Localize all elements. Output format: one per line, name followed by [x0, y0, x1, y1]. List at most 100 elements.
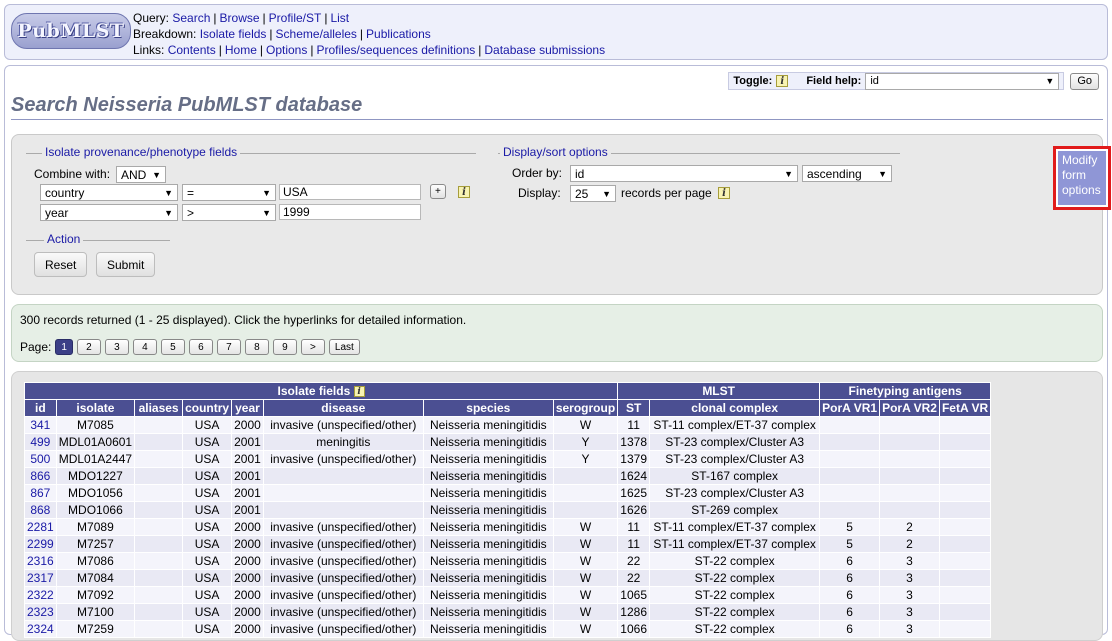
col-clonal-complex-cell: ST-22 complex: [649, 603, 821, 621]
col-species-cell: Neisseria meningitidis: [422, 518, 554, 536]
nav-options-link[interactable]: Options: [266, 43, 307, 57]
isolate-id-link[interactable]: 341: [30, 418, 50, 432]
col-isolate-header[interactable]: isolate: [55, 399, 136, 417]
isolate-id-link[interactable]: 499: [30, 435, 50, 449]
page-button-6[interactable]: 6: [188, 339, 213, 355]
isolate-id-link[interactable]: 500: [30, 452, 50, 466]
col-st-header[interactable]: ST: [617, 399, 651, 417]
nav-publications-link[interactable]: Publications: [366, 27, 431, 41]
query-label: Query:: [133, 11, 170, 25]
page-button-8[interactable]: 8: [244, 339, 269, 355]
chevron-down-icon: ▼: [878, 168, 887, 179]
isolate-id-link[interactable]: 2324: [27, 622, 54, 636]
order-by-select[interactable]: id ▼: [570, 165, 798, 182]
table-row: 2317 M7084 USA 2000 invasive (unspecified/ot…: [24, 569, 992, 587]
nav-search-link[interactable]: Search: [172, 11, 210, 25]
toggle-help-icon[interactable]: i: [776, 75, 789, 87]
order-direction-select[interactable]: ascending ▼: [802, 165, 892, 182]
col-disease-cell: invasive (unspecified/other): [262, 450, 424, 468]
nav-profiles-definitions-link[interactable]: Profiles/sequences definitions: [316, 43, 475, 57]
col-serogroup-header[interactable]: serogroup: [552, 399, 619, 417]
page-button-7[interactable]: 7: [216, 339, 241, 355]
next-page-button[interactable]: >: [300, 339, 325, 355]
add-row-button[interactable]: +: [430, 184, 446, 199]
col-clonal-complex-cell: ST-167 complex: [649, 467, 821, 485]
col-clonal-complex-cell: ST-22 complex: [649, 569, 821, 587]
nav-home-link[interactable]: Home: [225, 43, 257, 57]
col-clonal-complex-header[interactable]: clonal complex: [649, 399, 821, 417]
table-row: 341 M7085 USA 2000 invasive (unspecified/oth…: [24, 416, 992, 434]
col-st-cell: 22: [617, 552, 651, 570]
col-species-header[interactable]: species: [422, 399, 554, 417]
col-feta-vr-cell: [938, 450, 992, 468]
nav-browse-link[interactable]: Browse: [220, 11, 260, 25]
table-row: 2322 M7092 USA 2000 invasive (unspecified/ot…: [24, 586, 992, 604]
nav-isolate-fields-link[interactable]: Isolate fields: [200, 27, 267, 41]
page-button-9[interactable]: 9: [272, 339, 297, 355]
col-id-header[interactable]: id: [24, 399, 57, 417]
nav-profile-st-link[interactable]: Profile/ST: [269, 11, 322, 25]
page-button-2[interactable]: 2: [76, 339, 101, 355]
value-input-1[interactable]: USA: [279, 184, 421, 200]
last-page-button[interactable]: Last: [328, 339, 360, 355]
nav-contents-link[interactable]: Contents: [168, 43, 216, 57]
col-pora-vr1-header[interactable]: PorA VR1: [819, 399, 881, 417]
go-button[interactable]: Go: [1070, 72, 1099, 90]
info-icon[interactable]: i: [718, 187, 730, 199]
field-help-select[interactable]: id ▼: [865, 72, 1060, 90]
isolate-id-link[interactable]: 2299: [27, 537, 54, 551]
isolate-id-link[interactable]: 2323: [27, 605, 54, 619]
col-disease-header[interactable]: disease: [262, 399, 424, 417]
col-year-cell: 2000: [231, 535, 264, 553]
isolate-id-link[interactable]: 2317: [27, 571, 54, 585]
operator-select-1[interactable]: = ▼: [182, 184, 276, 201]
col-feta-vr-cell: [938, 620, 992, 638]
isolate-id-link[interactable]: 866: [30, 469, 50, 483]
main-content: Toggle: i Field help: id ▼ Go Search Nei…: [4, 65, 1111, 641]
nav-list-link[interactable]: List: [330, 11, 349, 25]
nav-scheme-alleles-link[interactable]: Scheme/alleles: [276, 27, 357, 41]
col-clonal-complex-cell: ST-22 complex: [649, 620, 821, 638]
page-button-3[interactable]: 3: [104, 339, 129, 355]
col-feta-vr-header[interactable]: FetA VR: [938, 399, 992, 417]
operator-select-2[interactable]: > ▼: [182, 204, 276, 221]
col-feta-vr-cell: [938, 518, 992, 536]
isolate-id-link[interactable]: 867: [30, 486, 50, 500]
field-select-1[interactable]: country ▼: [40, 184, 178, 201]
page-button-5[interactable]: 5: [160, 339, 185, 355]
chevron-down-icon: ▼: [164, 207, 173, 218]
col-st-cell: 1065: [617, 586, 651, 604]
isolate-id-link[interactable]: 2316: [27, 554, 54, 568]
col-aliases-header[interactable]: aliases: [134, 399, 184, 417]
modify-form-options-button[interactable]: Modify form options: [1058, 151, 1106, 205]
col-id-cell: 866: [24, 467, 57, 485]
combine-label: Combine with:: [34, 167, 111, 181]
col-country-header[interactable]: country: [182, 399, 233, 417]
records-per-page-select[interactable]: 25 ▼: [570, 185, 616, 202]
submit-button[interactable]: Submit: [96, 252, 156, 277]
chevron-down-icon: ▼: [152, 169, 161, 180]
col-country-cell: USA: [182, 484, 233, 502]
page-button-4[interactable]: 4: [132, 339, 157, 355]
isolate-id-link[interactable]: 2322: [27, 588, 54, 602]
field-select-2[interactable]: year ▼: [40, 204, 178, 221]
pubmlst-logo[interactable]: PubMLST: [11, 13, 131, 49]
col-year-cell: 2000: [231, 586, 264, 604]
isolate-id-link[interactable]: 868: [30, 503, 50, 517]
col-year-header[interactable]: year: [231, 399, 264, 417]
table-row: 2316 M7086 USA 2000 invasive (unspecified/ot…: [24, 552, 992, 570]
isolate-id-link[interactable]: 2281: [27, 520, 54, 534]
col-serogroup-cell: Y: [552, 433, 619, 451]
reset-button[interactable]: Reset: [34, 252, 88, 277]
value-input-2[interactable]: 1999: [279, 204, 421, 220]
nav-database-submissions-link[interactable]: Database submissions: [484, 43, 605, 57]
info-icon[interactable]: i: [353, 386, 365, 398]
operator-select-1-value: =: [187, 185, 195, 200]
col-pora-vr2-header[interactable]: PorA VR2: [879, 399, 940, 417]
combine-select[interactable]: AND ▼: [116, 166, 166, 183]
results-table-panel: Isolate fields i MLST Finetyping antigen…: [11, 371, 1103, 641]
col-aliases-cell: [134, 569, 184, 587]
col-country-cell: USA: [182, 620, 233, 638]
page-button-1[interactable]: 1: [55, 339, 73, 355]
info-icon[interactable]: i: [458, 186, 470, 198]
